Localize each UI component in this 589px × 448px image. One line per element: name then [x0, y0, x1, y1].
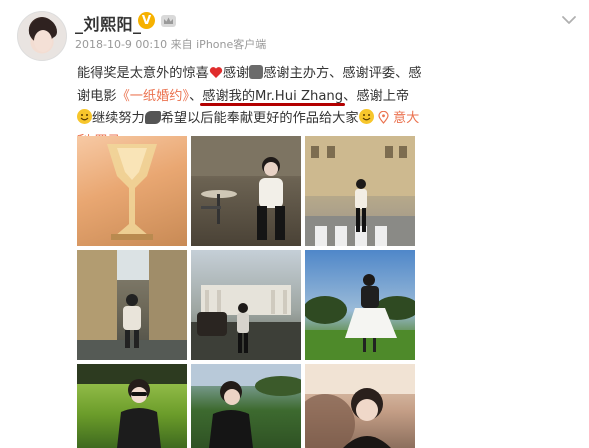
name-highlight: Mr.Hui Zhang [255, 88, 344, 104]
avatar[interactable] [17, 11, 67, 61]
street-figure [305, 136, 415, 246]
smile-emoji [358, 109, 374, 124]
cafe-photo[interactable] [191, 136, 301, 246]
clap-emoji [249, 65, 264, 79]
post-meta: 2018-10-9 00:10 来自 iPhone客户端 [75, 36, 266, 52]
post-seg6: 继续努力 [92, 111, 145, 126]
street-crosswalk-photo[interactable] [305, 136, 415, 246]
trophy-photo[interactable] [77, 136, 187, 246]
heart-emoji [209, 67, 223, 78]
avatar-face [34, 30, 52, 52]
source-client[interactable]: iPhone客户端 [196, 38, 266, 51]
post-seg7: 希望以后能奉献更好的作品给大家 [160, 111, 359, 126]
thanks-my: 感谢我的 [202, 88, 256, 104]
alley-figure [77, 250, 187, 360]
post-seg5: 、感谢上帝 [343, 88, 410, 104]
post-seg2: 感谢 [222, 66, 250, 81]
park-figure [305, 274, 415, 360]
monument-figure [191, 285, 301, 360]
verified-badge-icon: V [138, 12, 155, 29]
trophy-figure [107, 144, 157, 240]
source-prefix: 来自 [170, 38, 193, 51]
chevron-down-icon[interactable] [561, 14, 577, 26]
grass-jacket-figure [191, 364, 301, 448]
grass-sunglasses-figure [77, 364, 187, 448]
grass-leather-jacket-photo[interactable] [191, 364, 301, 448]
park-white-dress-photo[interactable] [305, 250, 415, 360]
film-link[interactable]: 《一纸婚约》 [117, 89, 190, 104]
alley-photo[interactable] [77, 250, 187, 360]
post-seg4: 、 [189, 88, 203, 104]
location-pin-icon [378, 110, 389, 124]
smile-emoji [77, 109, 92, 124]
timestamp: 2018-10-9 00:10 [75, 38, 168, 51]
monument-photo[interactable] [191, 250, 301, 360]
closeup-portrait-photo[interactable] [305, 364, 415, 448]
grass-sunglasses-photo[interactable] [77, 364, 187, 448]
post-seg1: 能得奖是太意外的惊喜 [77, 66, 209, 81]
crown-icon [161, 15, 176, 27]
closeup-figure [305, 364, 415, 448]
cafe-figure [191, 136, 301, 240]
thanks-highlight: 感谢我的Mr.Hui Zhang [202, 89, 343, 104]
muscle-emoji [144, 111, 161, 124]
username[interactable]: _刘熙阳_ [75, 11, 142, 35]
